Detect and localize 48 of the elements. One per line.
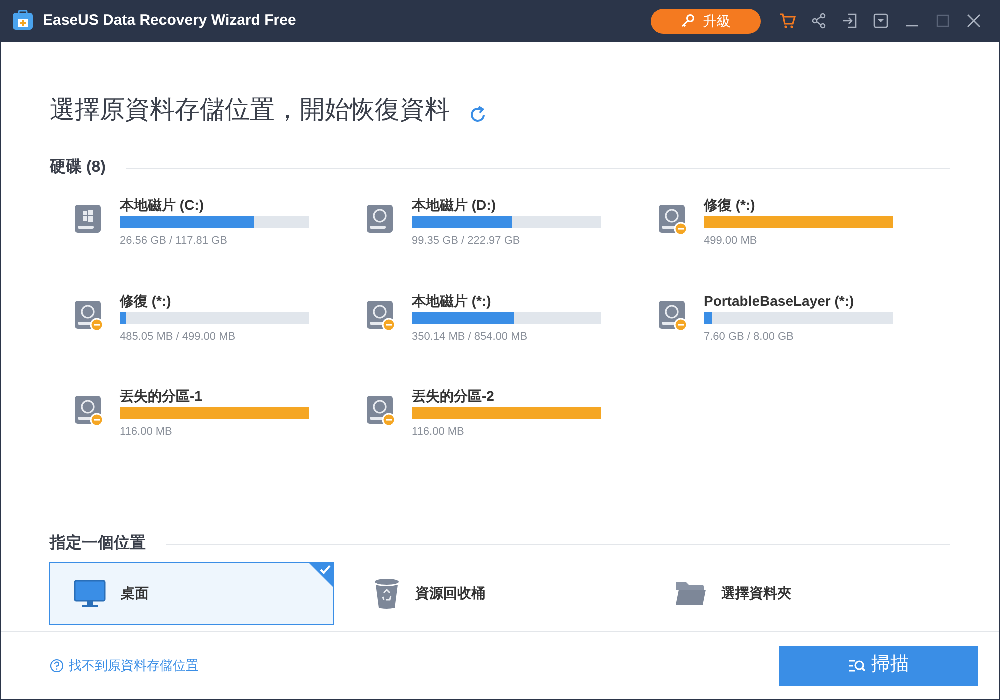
- folder-icon: [674, 580, 707, 606]
- drive-size: 116.00 MB: [120, 425, 174, 440]
- drive-item[interactable]: 修復 (*:) 485.05 MB / 499.00 MB: [74, 292, 366, 345]
- sign-in-icon[interactable]: [842, 13, 858, 29]
- close-icon[interactable]: [966, 13, 982, 29]
- drive-item[interactable]: PortableBaseLayer (*:) 7.60 GB / 8.00 GB: [658, 292, 950, 345]
- drive-name: 修復 (*:): [120, 292, 172, 310]
- recycle-bin-icon: [374, 578, 400, 610]
- drive-name: PortableBaseLayer (*:): [704, 292, 856, 310]
- drive-item[interactable]: 修復 (*:) 499.00 MB: [658, 196, 950, 250]
- drive-item[interactable]: 丟失的分區-1 116.00 MB: [74, 387, 366, 440]
- drive-item[interactable]: 本地磁片 (*:) 350.14 MB / 854.00 MB: [366, 292, 658, 345]
- location-label: 資源回收桶: [415, 584, 486, 603]
- drive-name: 本地磁片 (C:): [120, 196, 205, 214]
- section-title: 硬碟 (8): [50, 158, 106, 178]
- drive-item[interactable]: 本地磁片 (C:) 26.56 GB / 117.81 GB: [74, 196, 366, 250]
- page-heading: 選擇原資料存儲位置，開始恢復資料: [50, 95, 450, 126]
- drive-size: 485.05 MB / 499.00 MB: [120, 330, 237, 344]
- share-icon[interactable]: [811, 13, 827, 29]
- check-corner-icon: [309, 563, 333, 587]
- refresh-icon[interactable]: [468, 105, 488, 125]
- drive-size: 116.00 MB: [412, 425, 466, 440]
- cart-icon[interactable]: [779, 13, 796, 29]
- drive-item[interactable]: 丟失的分區-2 116.00 MB: [366, 387, 658, 440]
- app-logo-icon: [12, 10, 34, 32]
- drive-size: 7.60 GB / 8.00 GB: [704, 330, 795, 344]
- drive-name: 修復 (*:): [704, 196, 756, 214]
- drive-name: 丟失的分區-2: [412, 387, 496, 405]
- drive-name: 本地磁片 (D:): [412, 196, 497, 214]
- location-card[interactable]: 桌面: [49, 562, 334, 625]
- drive-size: 99.35 GB / 222.97 GB: [412, 234, 522, 249]
- monitor-icon: [74, 580, 106, 608]
- drive-name: 本地磁片 (*:): [412, 292, 492, 310]
- drive-size: 350.14 MB / 854.00 MB: [412, 330, 529, 344]
- drive-size: 499.00 MB: [704, 234, 758, 249]
- drive-size: 26.56 GB / 117.81 GB: [120, 234, 228, 249]
- scan-icon: [848, 658, 866, 674]
- dropdown-menu-icon[interactable]: [873, 13, 889, 29]
- location-card[interactable]: 選擇資料夾: [650, 562, 935, 625]
- location-label: 桌面: [121, 584, 149, 603]
- location-label: 選擇資料夾: [722, 584, 792, 603]
- section-title: 指定一個位置: [50, 533, 146, 554]
- key-icon: [681, 14, 695, 28]
- window-title: EaseUS Data Recovery Wizard Free: [43, 10, 296, 31]
- location-card[interactable]: 資源回收桶: [349, 562, 634, 625]
- help-icon: [50, 658, 64, 672]
- drive-name: 丟失的分區-1: [120, 387, 204, 405]
- drive-item[interactable]: 本地磁片 (D:) 99.35 GB / 222.97 GB: [366, 196, 658, 250]
